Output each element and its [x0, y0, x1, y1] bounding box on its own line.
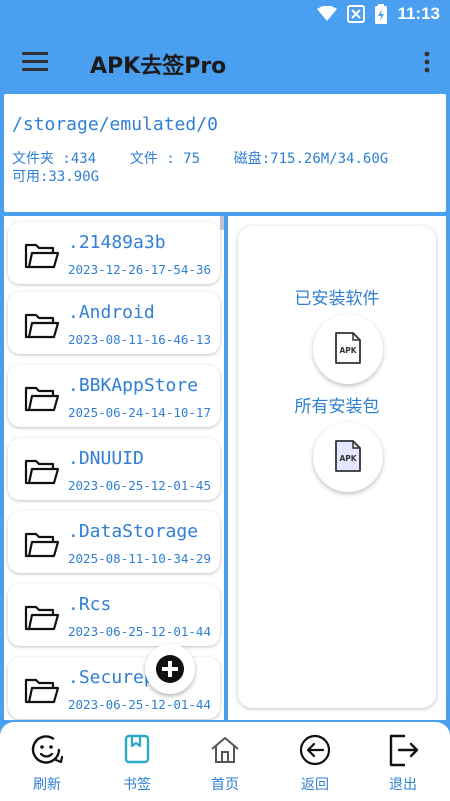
folder-icon [24, 459, 60, 485]
status-time: 11:13 [397, 4, 440, 23]
nav-home[interactable]: 首页 [180, 722, 270, 801]
list-item[interactable]: .DataStorage 2025-08-11-10-34-29 [8, 511, 220, 573]
list-item[interactable]: .21489a3b 2023-12-26-17-54-36 [8, 222, 220, 284]
file-name: .Rcs [68, 594, 112, 615]
add-button[interactable] [145, 644, 195, 694]
apk-file-icon: APK [335, 440, 361, 472]
nav-back[interactable]: 返回 [270, 722, 360, 801]
bookmark-icon [124, 734, 150, 764]
refresh-face-icon [31, 735, 64, 764]
installed-apps-button[interactable]: APK [313, 314, 383, 384]
available-space: 可用:33.90G [12, 169, 100, 185]
file-date: 2023-06-25-12-01-45 [68, 478, 211, 493]
battery-charging-icon [375, 4, 388, 24]
folder-icon [24, 386, 60, 412]
file-name: .BBKAppStore [68, 375, 199, 396]
path-panel: /storage/emulated/0 文件夹 :434 文件 : 75 磁盘:… [4, 94, 446, 212]
list-item[interactable]: .DNUUID 2023-06-25-12-01-45 [8, 438, 220, 500]
app-bar: APK去签Pro [0, 32, 450, 90]
nav-exit[interactable]: 退出 [358, 722, 448, 801]
apk-text: APK [339, 346, 357, 355]
file-date: 2023-06-25-12-01-44 [68, 624, 211, 639]
storage-stats: 文件夹 :434 文件 : 75 磁盘:715.26M/34.60G 可用:33… [12, 150, 438, 186]
list-scrollbar[interactable] [220, 216, 224, 230]
file-date: 2023-06-25-12-01-44 [68, 697, 211, 712]
plus-circle-icon [156, 655, 184, 683]
file-name: .Securep [68, 667, 155, 688]
list-item[interactable]: .BBKAppStore 2025-06-24-14-10-17 [8, 365, 220, 427]
nav-refresh[interactable]: 刷新 [2, 722, 92, 801]
folder-icon [24, 243, 60, 269]
file-name: .21489a3b [68, 232, 166, 253]
list-item[interactable]: .Android 2023-08-11-16-46-13 [8, 292, 220, 354]
folder-icon [24, 532, 60, 558]
apk-text: APK [339, 454, 357, 463]
file-name: .Android [68, 302, 155, 323]
back-arrow-icon [299, 734, 331, 766]
nav-exit-label: 退出 [389, 777, 417, 793]
current-path: /storage/emulated/0 [12, 114, 218, 135]
nav-back-label: 返回 [301, 777, 329, 793]
installed-apps-label: 已安装软件 [294, 289, 380, 309]
file-date: 2025-08-11-10-34-29 [68, 551, 211, 566]
file-name: .DataStorage [68, 521, 199, 542]
wifi-icon [317, 6, 338, 21]
file-count: 文件 : 75 [129, 151, 201, 167]
app-title: APK去签Pro [90, 54, 227, 79]
all-packages-label: 所有安装包 [294, 397, 380, 417]
exit-icon [389, 734, 419, 767]
bottom-nav: 刷新 书签 首页 返回 退出 [0, 722, 450, 801]
nav-refresh-label: 刷新 [33, 777, 61, 793]
right-panel: 已安装软件 APK 所有安装包 APK [228, 216, 446, 720]
apk-file-icon: APK [335, 332, 361, 364]
status-bar: 11:13 [0, 0, 450, 32]
nav-bookmark[interactable]: 书签 [92, 722, 182, 801]
file-date: 2023-08-11-16-46-13 [68, 332, 211, 347]
signal-off-icon [347, 5, 366, 23]
status-icons: 11:13 [317, 4, 440, 24]
all-packages-button[interactable]: APK [313, 422, 383, 492]
disk-usage: 磁盘:715.26M/34.60G [233, 151, 389, 167]
file-date: 2025-06-24-14-10-17 [68, 405, 211, 420]
folder-icon [24, 605, 60, 631]
nav-bookmark-label: 书签 [123, 777, 151, 793]
folder-count: 文件夹 :434 [12, 151, 97, 167]
apk-actions-card: 已安装软件 APK 所有安装包 APK [238, 226, 436, 708]
file-date: 2023-12-26-17-54-36 [68, 262, 211, 277]
more-options-icon[interactable] [424, 50, 430, 74]
folder-icon [24, 313, 60, 339]
nav-home-label: 首页 [211, 777, 239, 793]
folder-icon [24, 678, 60, 704]
list-item[interactable]: .Rcs 2023-06-25-12-01-44 [8, 584, 220, 646]
hamburger-menu-icon[interactable] [22, 50, 48, 72]
home-icon [211, 737, 239, 763]
file-name: .DNUUID [68, 448, 144, 469]
